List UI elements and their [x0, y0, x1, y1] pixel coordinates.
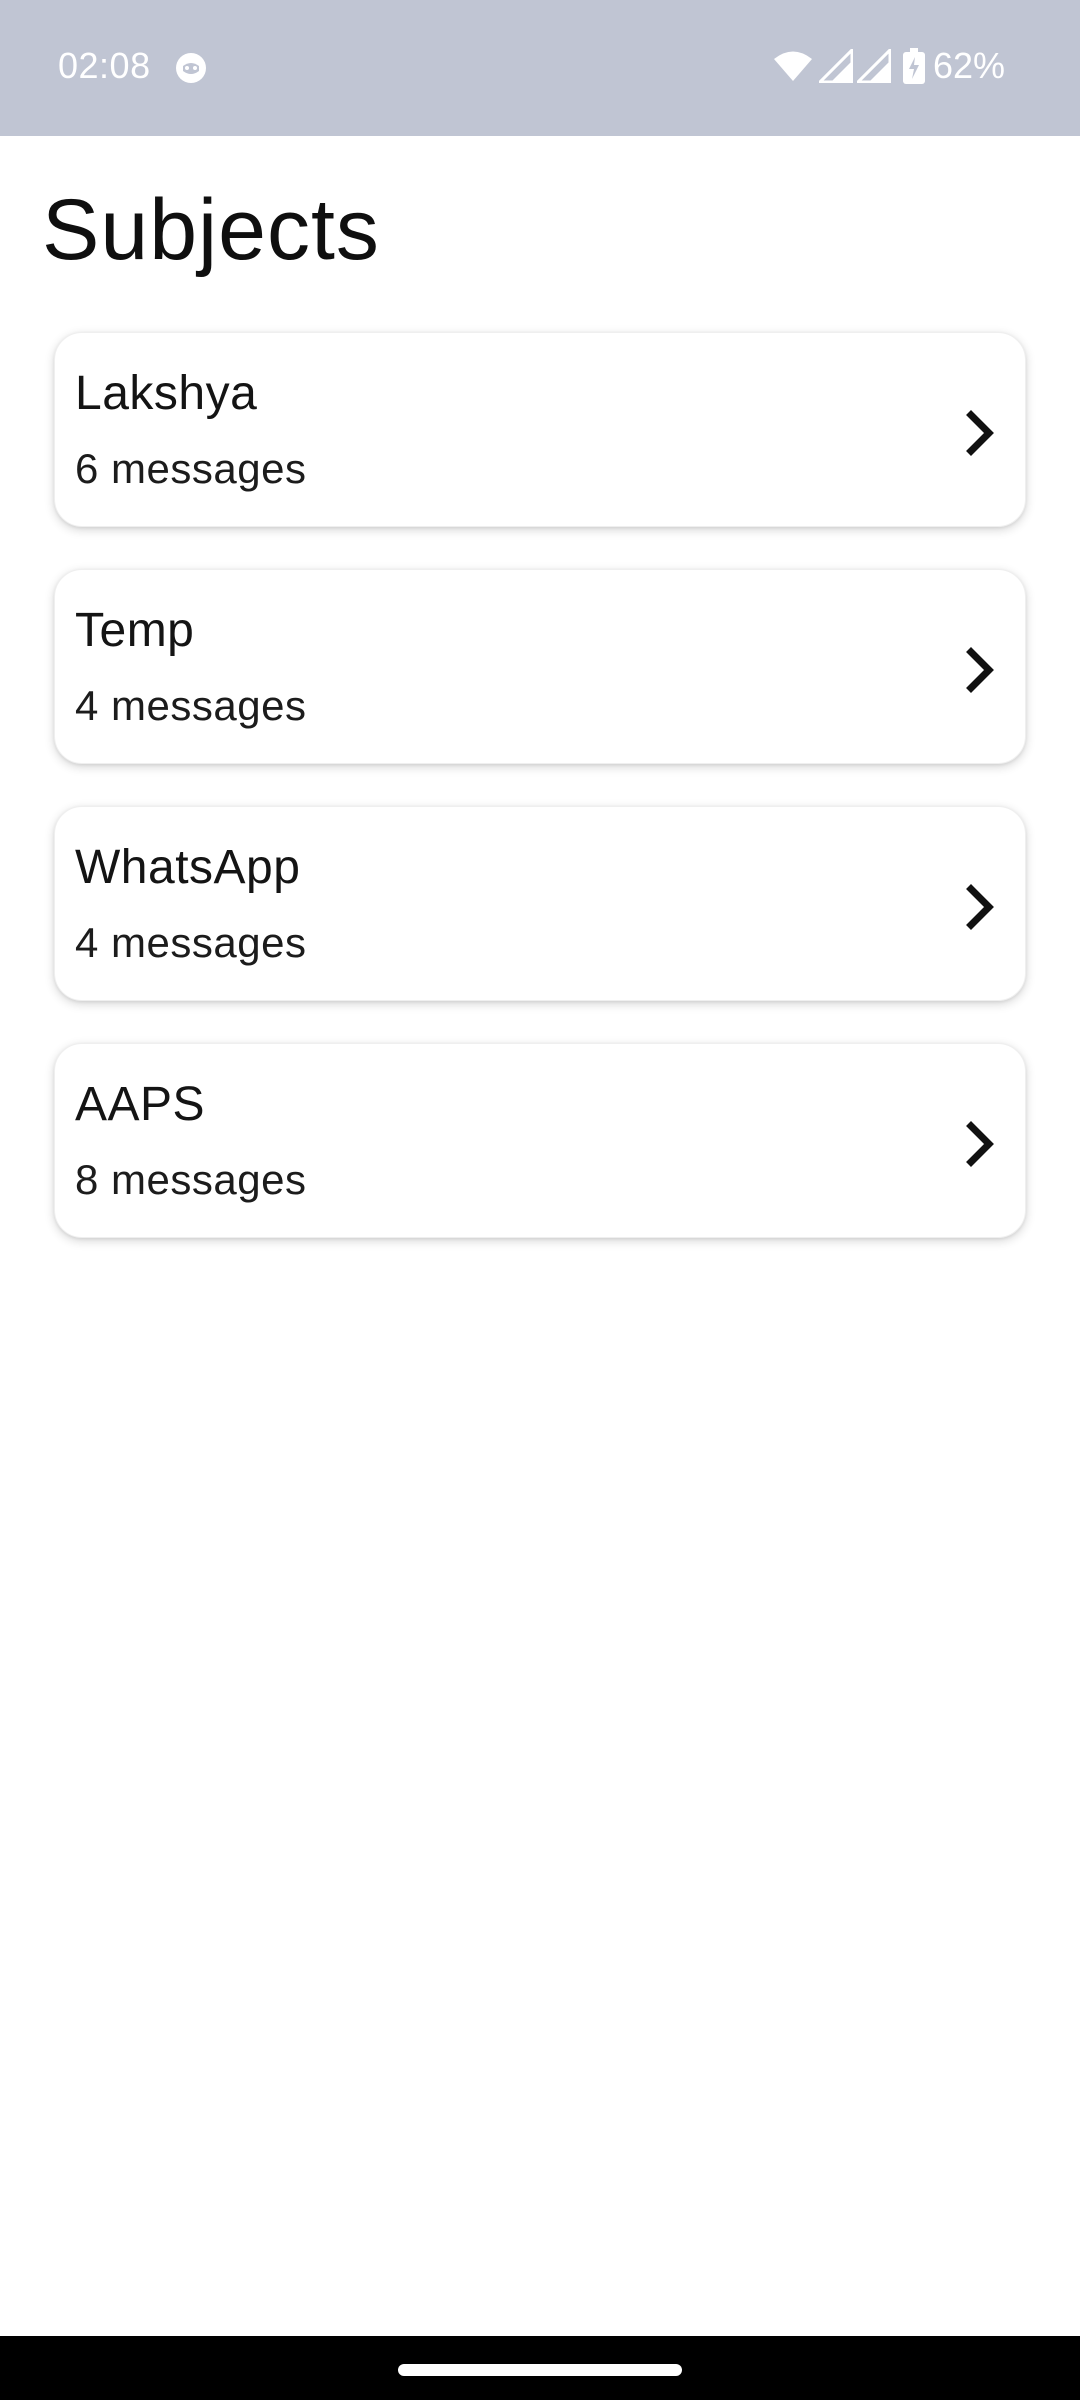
- page-title: Subjects: [42, 182, 380, 278]
- chevron-right-icon: [961, 1121, 1001, 1167]
- status-indicators: 62%: [773, 44, 1005, 88]
- battery-percent: 62%: [932, 45, 1005, 86]
- chevron-right-icon: [961, 410, 1001, 456]
- subject-name: AAPS: [75, 1078, 206, 1131]
- battery-charging-icon: [902, 48, 925, 84]
- subject-name: WhatsApp: [75, 841, 301, 894]
- chevron-right-icon: [961, 647, 1001, 693]
- subject-message-count: 4 messages: [75, 682, 307, 729]
- subject-list: Lakshya 6 messages Temp 4 messages Whats…: [54, 332, 1026, 1280]
- subject-message-count: 6 messages: [75, 445, 307, 492]
- status-bar: 02:08 62%: [0, 0, 1080, 136]
- subject-card[interactable]: AAPS 8 messages: [54, 1043, 1026, 1238]
- subject-card[interactable]: Temp 4 messages: [54, 569, 1026, 764]
- app-notification-icon: [174, 51, 208, 85]
- home-indicator[interactable]: [398, 2364, 682, 2376]
- subject-name: Lakshya: [75, 367, 258, 420]
- chevron-right-icon: [961, 884, 1001, 930]
- subject-name: Temp: [75, 604, 195, 657]
- signal-icon: [818, 49, 853, 83]
- status-time: 02:08: [58, 45, 151, 86]
- subject-message-count: 8 messages: [75, 1156, 307, 1203]
- subject-card[interactable]: Lakshya 6 messages: [54, 332, 1026, 527]
- subject-message-count: 4 messages: [75, 919, 307, 966]
- navigation-bar: [0, 2336, 1080, 2400]
- subject-card[interactable]: WhatsApp 4 messages: [54, 806, 1026, 1001]
- signal-icon-2: [856, 49, 891, 83]
- wifi-icon: [773, 50, 813, 82]
